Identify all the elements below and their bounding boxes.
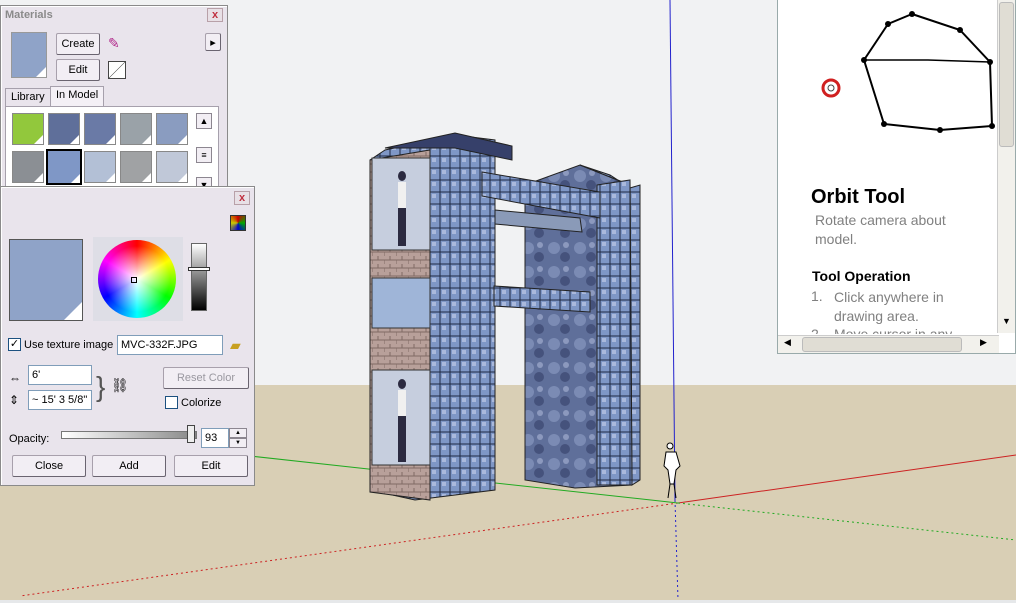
height-arrow-icon: ⇕ — [9, 393, 20, 407]
edit-material-button[interactable]: Edit — [174, 455, 248, 477]
billboard-mid — [371, 277, 431, 329]
material-swatch[interactable] — [84, 113, 116, 145]
default-material-icon[interactable] — [108, 61, 126, 79]
vertical-scrollbar[interactable]: ▼ — [997, 0, 1015, 333]
instructor-title: Orbit Tool — [811, 186, 906, 208]
tab-library[interactable]: Library — [5, 88, 51, 106]
texture-preview — [9, 239, 83, 321]
texture-height-input[interactable]: ~ 15' 3 5/8" — [28, 390, 92, 410]
color-wheel-area — [93, 237, 183, 321]
color-wheel-cursor[interactable] — [131, 277, 137, 283]
color-picker-mode-icon[interactable] — [230, 215, 246, 231]
tab-in-model[interactable]: In Model — [50, 86, 105, 106]
section-title: Tool Operation — [812, 268, 911, 284]
chevron-left-icon[interactable]: ◀ — [780, 337, 795, 352]
materials-titlebar[interactable]: Materials x — [1, 6, 227, 24]
material-swatch-selected[interactable] — [46, 149, 82, 185]
orbit-tool-icon — [821, 78, 841, 98]
opacity-slider-thumb[interactable] — [187, 425, 195, 443]
instructor-panel: Orbit Tool Rotate camera about model. To… — [777, 0, 1016, 354]
opacity-stepper-up[interactable]: ▲ — [229, 428, 247, 438]
close-icon[interactable]: x — [207, 8, 223, 22]
sample-paint-icon[interactable]: ✎ — [108, 35, 126, 53]
use-texture-checkbox[interactable]: ✓ — [8, 338, 21, 351]
step-number: 1. — [811, 288, 823, 304]
chevron-down-icon[interactable]: ▼ — [999, 316, 1014, 331]
opacity-slider[interactable] — [61, 431, 197, 439]
opacity-stepper-down[interactable]: ▼ — [229, 438, 247, 448]
texture-file-input[interactable]: MVC-332F.JPG — [117, 335, 223, 355]
material-swatch[interactable] — [12, 151, 44, 183]
material-swatch[interactable] — [156, 113, 188, 145]
right-tower-glass — [596, 179, 633, 486]
opacity-input[interactable]: 93 — [201, 428, 229, 448]
horizontal-scrollbar[interactable]: ◀ ▶ — [778, 335, 999, 353]
width-arrow-icon: ⇔ — [9, 371, 21, 385]
current-material-thumbnail[interactable] — [11, 32, 47, 78]
folder-icon[interactable]: ▰ — [230, 337, 241, 354]
edit-button[interactable]: Edit — [56, 59, 100, 81]
scroll-thumb[interactable] — [802, 337, 962, 352]
scroll-thumb[interactable]: ≡ — [196, 147, 212, 163]
edit-material-panel: x ✓ Use texture image MVC-332F.JPG ▰ ⇔ 6… — [0, 186, 255, 486]
materials-title: Materials — [5, 9, 53, 21]
colorize-label: Colorize — [181, 397, 222, 409]
material-swatch[interactable] — [48, 113, 80, 145]
brace-icon: } — [96, 371, 106, 402]
colorize-checkbox[interactable] — [165, 396, 178, 409]
material-swatch[interactable] — [120, 113, 152, 145]
brightness-slider-thumb[interactable] — [188, 267, 210, 271]
chevron-up-icon[interactable]: ▲ — [196, 113, 212, 129]
material-swatch[interactable] — [120, 151, 152, 183]
orbit-illustration — [821, 11, 995, 133]
create-button[interactable]: Create — [56, 33, 100, 55]
instructor-description: Rotate camera about model. — [815, 212, 946, 247]
close-icon[interactable]: x — [234, 191, 250, 205]
close-button[interactable]: Close — [12, 455, 86, 477]
material-swatch[interactable] — [156, 151, 188, 183]
material-grid: ▲ ≡ ▼ — [5, 106, 219, 194]
use-texture-label: Use texture image — [24, 339, 114, 351]
opacity-label: Opacity: — [9, 433, 50, 445]
step-text: Move cursor in any — [834, 326, 953, 334]
reset-color-button[interactable]: Reset Color — [163, 367, 249, 389]
add-button[interactable]: Add — [92, 455, 166, 477]
texture-width-input[interactable]: 6' — [28, 365, 92, 385]
material-swatch[interactable] — [12, 113, 44, 145]
color-wheel[interactable] — [98, 240, 176, 318]
step-number: 2. — [811, 326, 823, 334]
step-text: Click anywhere in drawing area. — [834, 289, 944, 324]
brightness-slider[interactable] — [191, 243, 207, 311]
chevron-right-icon[interactable]: ▶ — [976, 337, 991, 352]
material-swatch[interactable] — [84, 151, 116, 183]
scroll-thumb[interactable] — [999, 2, 1014, 147]
link-aspect-icon[interactable]: ⛓ — [111, 377, 129, 394]
details-arrow-button[interactable]: ▸ — [205, 33, 221, 51]
